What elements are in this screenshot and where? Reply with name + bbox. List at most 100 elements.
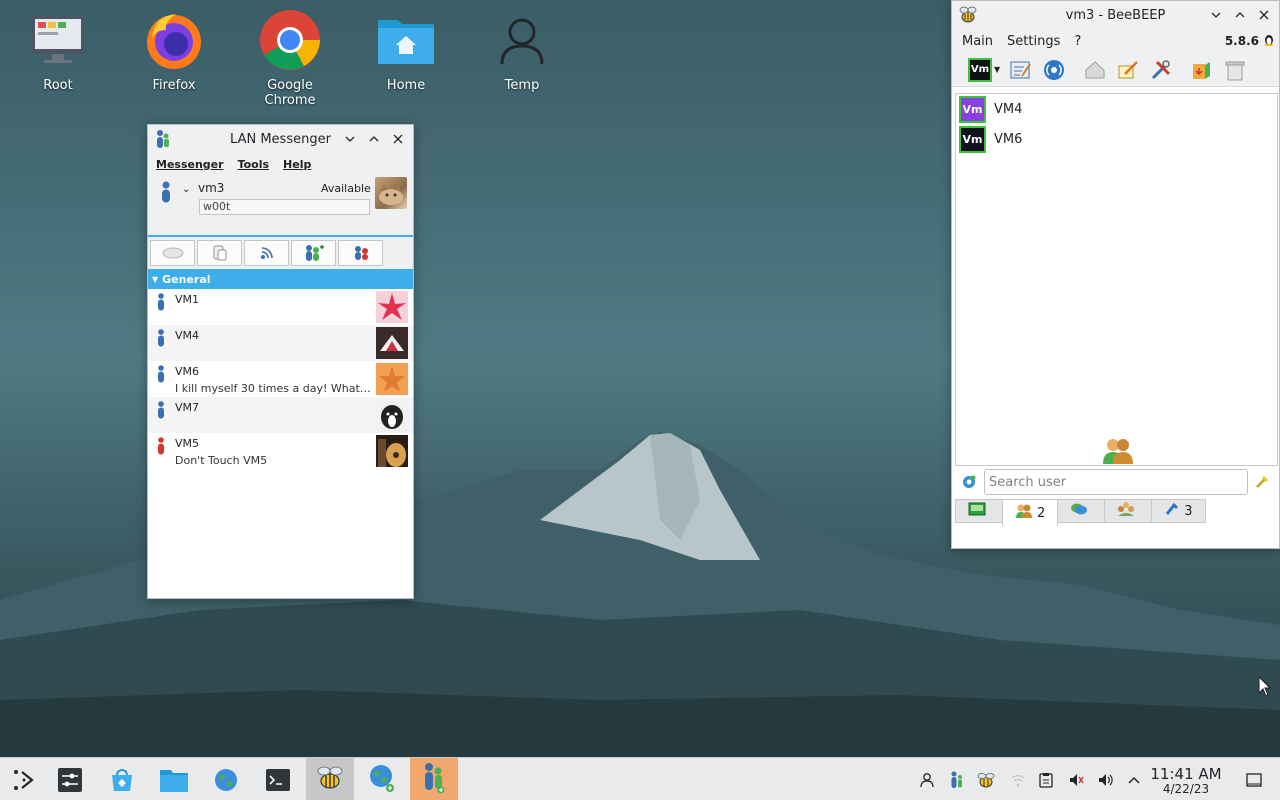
volume-icon[interactable] bbox=[1093, 758, 1119, 800]
users-count: 2 bbox=[1037, 505, 1046, 521]
bee-menubar: Main Settings ? 5.8.6 bbox=[952, 29, 1279, 53]
lan-messenger-window: LAN Messenger Messenger Tools Help ⌄ vm3… bbox=[147, 124, 414, 599]
desktop-icon-label: Google Chrome bbox=[264, 78, 316, 108]
plugins-count: 3 bbox=[1184, 503, 1193, 519]
download-folder-icon[interactable] bbox=[1190, 58, 1214, 82]
plugins-icon bbox=[1164, 501, 1180, 521]
digital-clock[interactable]: 11:41 AM 4/22/23 bbox=[1150, 766, 1222, 796]
show-desktop-icon[interactable] bbox=[1241, 758, 1267, 800]
contact-row-vm6[interactable]: VM6 I kill myself 30 times a day! What a… bbox=[148, 361, 413, 397]
lan-profile-panel: ⌄ vm3 Available w00t bbox=[148, 175, 413, 237]
transfer-button[interactable] bbox=[338, 240, 383, 266]
contact-row-vm4[interactable]: VM4 bbox=[148, 325, 413, 361]
firefox-icon bbox=[142, 8, 206, 72]
status-chevron-down-icon[interactable]: ⌄ bbox=[182, 184, 190, 195]
broadcast-button[interactable] bbox=[244, 240, 289, 266]
menu-help[interactable]: Help bbox=[283, 158, 311, 171]
profile-avatar[interactable] bbox=[375, 177, 407, 209]
chats-icon bbox=[1070, 502, 1088, 520]
clear-search-icon[interactable] bbox=[1255, 473, 1271, 492]
taskbar-lan-messenger-globe[interactable] bbox=[358, 758, 406, 800]
taskbar: 11:41 AM 4/22/23 bbox=[0, 757, 1280, 800]
microphone-muted-icon[interactable] bbox=[1063, 758, 1089, 800]
desktop-icon-firefox[interactable]: Firefox bbox=[124, 8, 224, 93]
tools-icon[interactable] bbox=[1149, 58, 1173, 82]
contact-row-vm1[interactable]: VM1 bbox=[148, 289, 413, 325]
add-contact-button[interactable] bbox=[291, 240, 336, 266]
chat-window-icon bbox=[968, 502, 986, 520]
search-options-icon[interactable] bbox=[961, 474, 977, 493]
close-button[interactable] bbox=[1253, 4, 1275, 26]
lan-toolbar bbox=[148, 237, 413, 269]
desktop-icon-home[interactable]: Home bbox=[356, 8, 456, 93]
maximize-button[interactable] bbox=[1229, 4, 1251, 26]
desktop-icon-temp[interactable]: Temp bbox=[472, 8, 572, 93]
user-name: VM4 bbox=[994, 101, 1023, 117]
clipboard-icon[interactable] bbox=[1033, 758, 1059, 800]
status-note-field[interactable]: w00t bbox=[199, 199, 370, 215]
beebeep-tray-icon[interactable] bbox=[973, 758, 999, 800]
users-icon bbox=[1015, 503, 1033, 523]
application-launcher-icon[interactable] bbox=[0, 758, 48, 800]
close-button[interactable] bbox=[387, 128, 409, 150]
minimize-button[interactable] bbox=[1205, 4, 1227, 26]
chrome-icon bbox=[258, 8, 322, 72]
tab-chats[interactable] bbox=[1057, 499, 1106, 523]
contact-name: VM4 bbox=[175, 329, 200, 342]
contact-name: VM6 bbox=[175, 365, 200, 378]
menu-settings[interactable]: Settings bbox=[1007, 34, 1060, 49]
maximize-button[interactable] bbox=[363, 128, 385, 150]
contact-row-vm7[interactable]: VM7 bbox=[148, 397, 413, 433]
groups-icon bbox=[1117, 501, 1135, 521]
network-disconnected-icon[interactable] bbox=[1005, 758, 1031, 800]
tab-users[interactable]: 2 bbox=[1002, 499, 1059, 526]
user-icon bbox=[490, 8, 554, 72]
user-switch-icon[interactable] bbox=[914, 758, 940, 800]
tab-chat-window[interactable] bbox=[955, 499, 1003, 523]
menu-messenger[interactable]: Messenger bbox=[156, 158, 224, 171]
home-house-icon[interactable] bbox=[1083, 58, 1107, 82]
discover-store-icon[interactable] bbox=[98, 758, 146, 800]
search-user-input[interactable]: Search user bbox=[984, 469, 1248, 495]
globe-network-icon[interactable] bbox=[202, 758, 250, 800]
menu-tools[interactable]: Tools bbox=[238, 158, 269, 171]
contact-avatar bbox=[376, 399, 408, 431]
bee-user-row[interactable]: Vm VM6 bbox=[956, 124, 1277, 154]
contact-row-vm5[interactable]: VM5 Don't Touch VM5 bbox=[148, 433, 413, 469]
user-name: VM6 bbox=[994, 131, 1023, 147]
contact-list: VM1 VM4 VM6 I kill myself 30 times a day… bbox=[148, 289, 413, 469]
minimize-button[interactable] bbox=[339, 128, 361, 150]
trash-icon[interactable] bbox=[1223, 58, 1247, 82]
status-person-icon bbox=[157, 401, 165, 422]
taskbar-lan-messenger[interactable] bbox=[410, 758, 458, 800]
menu-help[interactable]: ? bbox=[1074, 34, 1081, 49]
menu-main[interactable]: Main bbox=[962, 34, 993, 49]
write-note-icon[interactable] bbox=[1116, 58, 1140, 82]
edit-profile-icon[interactable] bbox=[1009, 58, 1033, 82]
chat-room-button[interactable] bbox=[150, 240, 195, 266]
chevron-up-icon[interactable] bbox=[1121, 758, 1147, 800]
tab-groups[interactable] bbox=[1104, 499, 1153, 523]
status-person-icon bbox=[157, 293, 165, 314]
desktop-icon-root[interactable]: Root bbox=[8, 8, 108, 93]
desktop-icon-chrome[interactable]: Google Chrome bbox=[240, 8, 340, 108]
bee-user-row[interactable]: Vm VM4 bbox=[956, 94, 1277, 124]
public-chat-button[interactable] bbox=[197, 240, 242, 266]
status-person-icon bbox=[157, 437, 165, 458]
bee-titlebar[interactable]: vm3 - BeeBEEP bbox=[952, 1, 1279, 29]
group-header-general[interactable]: ▼ General bbox=[148, 269, 413, 289]
file-manager-icon[interactable] bbox=[150, 758, 198, 800]
lan-titlebar[interactable]: LAN Messenger bbox=[148, 125, 413, 153]
my-status-button[interactable]: Vm ▼ bbox=[968, 57, 1000, 82]
user-avatar: Vm bbox=[959, 125, 986, 153]
system-settings-icon[interactable] bbox=[46, 758, 94, 800]
terminal-icon[interactable] bbox=[254, 758, 302, 800]
contact-name: VM5 bbox=[175, 437, 200, 450]
taskbar-beebeep[interactable] bbox=[306, 758, 354, 800]
lan-messenger-tray-icon[interactable] bbox=[943, 758, 969, 800]
bee-user-list: Vm VM4 Vm VM6 bbox=[955, 93, 1278, 466]
status-person-icon[interactable] bbox=[160, 181, 172, 206]
tab-plugins[interactable]: 3 bbox=[1151, 499, 1206, 523]
users-group-icon bbox=[1102, 437, 1134, 468]
network-icon[interactable] bbox=[1042, 58, 1066, 82]
